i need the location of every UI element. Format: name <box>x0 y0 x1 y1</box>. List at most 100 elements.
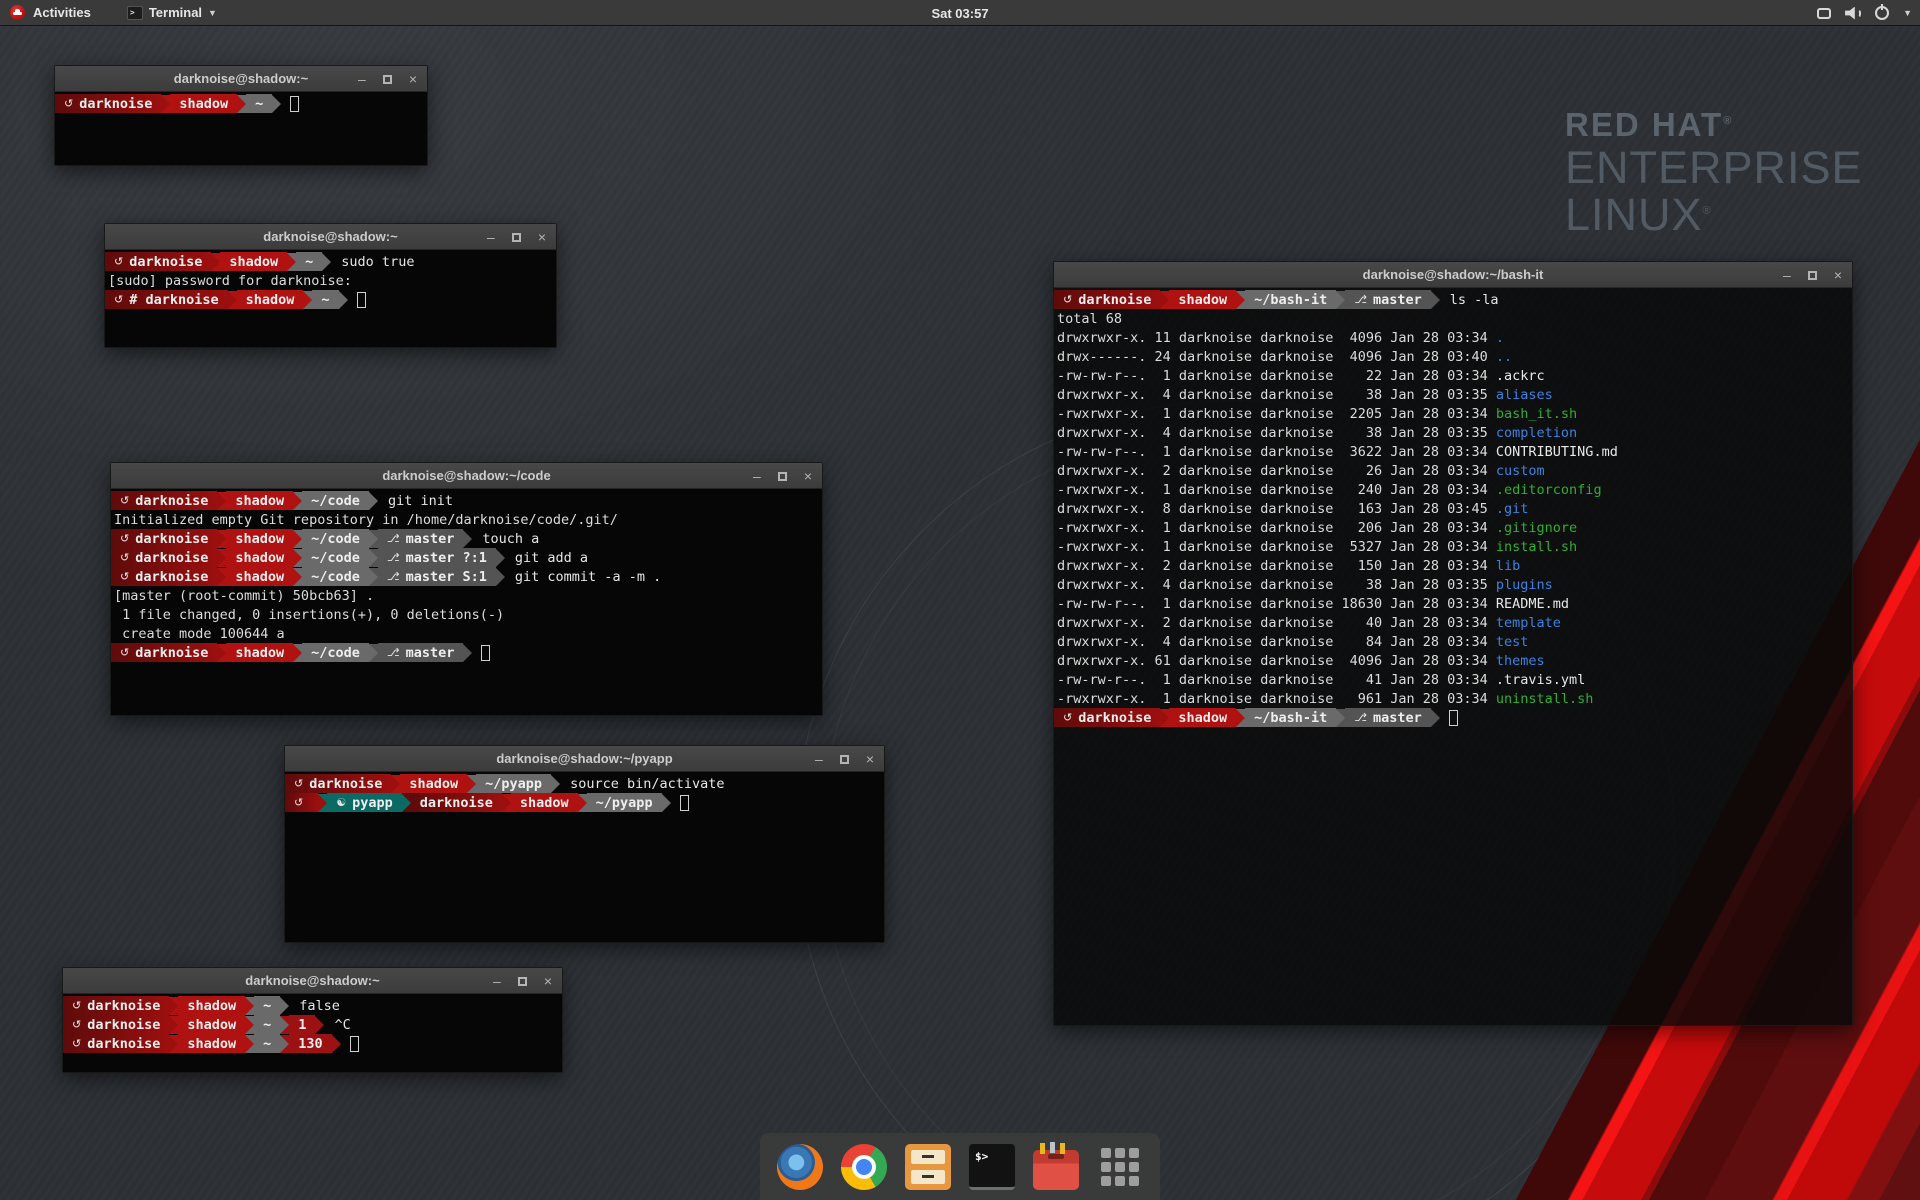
command-text: ^C <box>334 1017 350 1033</box>
terminal-line: -rw-rw-r--. 1 darknoise darknoise 18630 … <box>1054 594 1852 613</box>
minimize-button[interactable]: – <box>1783 268 1791 282</box>
minimize-button[interactable]: – <box>487 230 495 244</box>
prompt-segment-path: ~/code <box>302 491 369 510</box>
ls-file-name: themes <box>1496 653 1545 669</box>
terminal-window-pyapp[interactable]: darknoise@shadow:~/pyapp – × ↺darknoises… <box>284 745 885 943</box>
maximize-button[interactable] <box>1808 271 1817 280</box>
branch-icon: ⎇ <box>387 551 400 564</box>
branch-icon: ⎇ <box>387 646 400 659</box>
powerline-arrow-icon <box>402 794 411 812</box>
terminal-line: ↺darknoiseshadow~/bash-it⎇masterls -la <box>1054 290 1852 309</box>
ls-row-text: drwxrwxr-x. 4 darknoise darknoise 84 Jan… <box>1054 634 1496 650</box>
close-button[interactable]: × <box>409 72 417 86</box>
title-bar[interactable]: darknoise@shadow:~/pyapp – × <box>285 746 884 772</box>
ls-file-name: template <box>1496 615 1561 631</box>
ls-file-name: install.sh <box>1496 539 1577 555</box>
powerline-arrow-icon <box>293 530 302 548</box>
powerline-arrow-icon <box>318 794 327 812</box>
maximize-button[interactable] <box>840 755 849 764</box>
terminal-content[interactable]: ↺darknoiseshadow~false↺darknoiseshadow~1… <box>63 994 562 1072</box>
powerline-arrow-icon <box>303 291 312 309</box>
dock-files-icon[interactable] <box>905 1144 951 1190</box>
minimize-button[interactable]: – <box>493 974 501 988</box>
maximize-button[interactable] <box>778 472 787 481</box>
terminal-cursor <box>350 1036 359 1052</box>
minimize-button[interactable]: – <box>753 469 761 483</box>
dock-app-grid-icon[interactable] <box>1097 1144 1143 1190</box>
terminal-content[interactable]: ↺darknoiseshadow~/pyappsource bin/activa… <box>285 772 884 942</box>
fedora-icon: ↺ <box>1063 711 1072 724</box>
terminal-content[interactable]: ↺darknoiseshadow~/bash-it⎇masterls -lato… <box>1054 288 1852 1025</box>
prompt-segment-user: ↺darknoise <box>63 1015 169 1034</box>
terminal-window-code[interactable]: darknoise@shadow:~/code – × ↺darknoisesh… <box>110 462 823 716</box>
ls-file-name: .travis.yml <box>1496 672 1585 688</box>
ls-row-text: drwxrwxr-x. 2 darknoise darknoise 40 Jan… <box>1054 615 1496 631</box>
activities-button[interactable]: Activities <box>33 5 91 20</box>
close-button[interactable]: × <box>538 230 546 244</box>
terminal-content[interactable]: ↺darknoiseshadow~ <box>55 92 427 165</box>
ls-row-text: -rwxrwxr-x. 1 darknoise darknoise 961 Ja… <box>1054 691 1496 707</box>
dock-toolbox-icon[interactable] <box>1033 1150 1079 1190</box>
close-button[interactable]: × <box>804 469 812 483</box>
prompt-segment-user: ↺ <box>285 793 318 812</box>
terminal-line: ↺darknoiseshadow~sudo true <box>105 252 556 271</box>
clock[interactable]: Sat 03:57 <box>931 0 988 26</box>
ls-row-text: drwxrwxr-x. 4 darknoise darknoise 38 Jan… <box>1054 387 1496 403</box>
dock-firefox-icon[interactable] <box>777 1144 823 1190</box>
terminal-content[interactable]: ↺darknoiseshadow~/codegit initInitialize… <box>111 489 822 715</box>
close-button[interactable]: × <box>866 752 874 766</box>
prompt-segment-user: ↺# darknoise <box>105 290 228 309</box>
title-bar[interactable]: darknoise@shadow:~/bash-it – × <box>1054 262 1852 288</box>
ls-row-text: drwxrwxr-x. 8 darknoise darknoise 163 Ja… <box>1054 501 1496 517</box>
dock-terminal-icon[interactable] <box>969 1144 1015 1190</box>
fedora-icon: ↺ <box>120 551 129 564</box>
ls-file-name: .. <box>1496 349 1512 365</box>
terminal-content[interactable]: ↺darknoiseshadow~sudo true[sudo] passwor… <box>105 250 556 347</box>
ls-row-text: -rw-rw-r--. 1 darknoise darknoise 3622 J… <box>1054 444 1496 460</box>
powerline-arrow-icon <box>496 549 505 567</box>
terminal-line: -rwxrwxr-x. 1 darknoise darknoise 206 Ja… <box>1054 518 1852 537</box>
ls-row-text: drwxrwxr-x. 4 darknoise darknoise 38 Jan… <box>1054 577 1496 593</box>
title-bar[interactable]: darknoise@shadow:~ – × <box>63 968 562 994</box>
prompt-segment-path: ~/code <box>302 643 369 662</box>
prompt-segment-host: shadow <box>178 996 245 1015</box>
dock-chrome-icon[interactable] <box>841 1144 887 1190</box>
terminal-line: drwxrwxr-x. 4 darknoise darknoise 84 Jan… <box>1054 632 1852 651</box>
powerline-arrow-icon <box>463 644 472 662</box>
app-menu-terminal[interactable]: > Terminal ▼ <box>119 3 225 22</box>
maximize-button[interactable] <box>512 233 521 242</box>
system-menu-caret-icon[interactable]: ▼ <box>1903 8 1912 18</box>
powerline-arrow-icon <box>217 492 226 510</box>
ls-row-text: drwx------. 24 darknoise darknoise 4096 … <box>1054 349 1496 365</box>
power-icon[interactable] <box>1875 6 1889 20</box>
close-button[interactable]: × <box>1834 268 1842 282</box>
terminal-line: ↺darknoiseshadow~/pyappsource bin/activa… <box>285 774 884 793</box>
minimize-button[interactable]: – <box>815 752 823 766</box>
ls-file-name: plugins <box>1496 577 1553 593</box>
terminal-line: -rw-rw-r--. 1 darknoise darknoise 41 Jan… <box>1054 670 1852 689</box>
close-button[interactable]: × <box>544 974 552 988</box>
screen-icon[interactable] <box>1817 8 1831 19</box>
prompt-segment-host: shadow <box>178 1015 245 1034</box>
terminal-window-home-2[interactable]: darknoise@shadow:~ – × ↺darknoiseshadow~… <box>62 967 563 1073</box>
terminal-line: drwxrwxr-x. 2 darknoise darknoise 40 Jan… <box>1054 613 1852 632</box>
maximize-button[interactable] <box>518 977 527 986</box>
ls-file-name: .ackrc <box>1496 368 1545 384</box>
terminal-window-home-1[interactable]: darknoise@shadow:~ – × ↺darknoiseshadow~ <box>54 65 428 166</box>
terminal-line: total 68 <box>1054 309 1852 328</box>
ls-file-name: uninstall.sh <box>1496 691 1594 707</box>
output-text: 1 file changed, 0 insertions(+), 0 delet… <box>111 607 504 623</box>
terminal-window-sudo[interactable]: darknoise@shadow:~ – × ↺darknoiseshadow~… <box>104 223 557 348</box>
powerline-arrow-icon <box>502 794 511 812</box>
powerline-arrow-icon <box>369 644 378 662</box>
title-bar[interactable]: darknoise@shadow:~/code – × <box>111 463 822 489</box>
terminal-line: drwxrwxr-x. 2 darknoise darknoise 26 Jan… <box>1054 461 1852 480</box>
terminal-window-bash-it[interactable]: darknoise@shadow:~/bash-it – × ↺darknois… <box>1053 261 1853 1026</box>
volume-icon[interactable] <box>1845 7 1861 20</box>
maximize-button[interactable] <box>383 75 392 84</box>
ls-file-name: completion <box>1496 425 1577 441</box>
title-bar[interactable]: darknoise@shadow:~ – × <box>105 224 556 250</box>
title-bar[interactable]: darknoise@shadow:~ – × <box>55 66 427 92</box>
minimize-button[interactable]: – <box>358 72 366 86</box>
powerline-arrow-icon <box>169 1016 178 1034</box>
